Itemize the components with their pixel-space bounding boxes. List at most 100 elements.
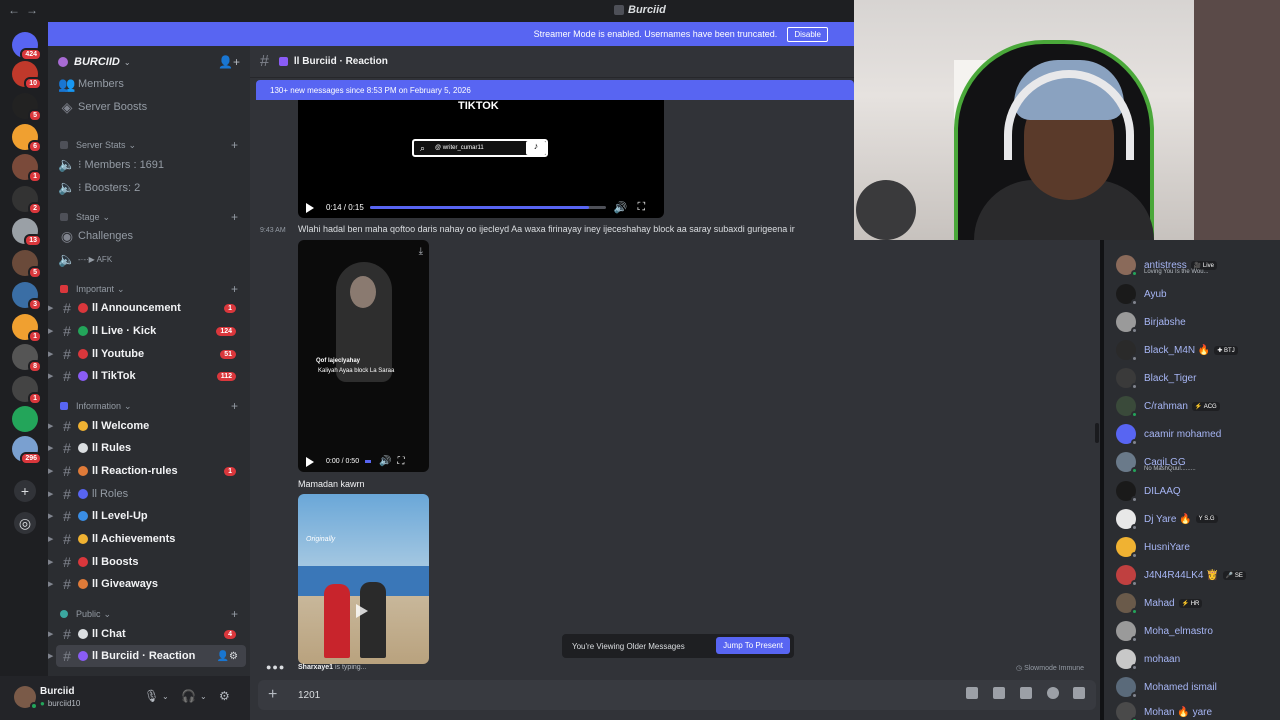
- expand-arrow-icon[interactable]: ▶: [48, 558, 53, 566]
- channel-item[interactable]: ▶ # ll Announcement 1: [48, 297, 246, 319]
- server-icon[interactable]: 1: [12, 154, 42, 183]
- chevron-down-icon[interactable]: ⌄: [162, 692, 169, 701]
- play-icon[interactable]: [306, 202, 314, 213]
- member-item[interactable]: antistress 🎥 Live Loving You Is the Wou...: [1116, 253, 1276, 277]
- member-item[interactable]: HusniYare: [1116, 535, 1276, 559]
- server-icon[interactable]: 2: [12, 186, 42, 215]
- channel-item[interactable]: ▶ # ll Level-Up: [48, 505, 246, 527]
- microphone-icon[interactable]: 🎙: [144, 689, 159, 703]
- channel-afk[interactable]: 🔈 -·-·▶ AFK: [56, 248, 246, 270]
- disable-streamer-mode-button[interactable]: Disable: [787, 26, 828, 42]
- member-item[interactable]: Mahad ⚡ HR: [1116, 591, 1276, 615]
- expand-arrow-icon[interactable]: ▶: [48, 327, 53, 335]
- channel-item[interactable]: ▶ # ll Youtube 51: [48, 343, 246, 365]
- add-attachment-icon[interactable]: +: [268, 686, 277, 704]
- member-item[interactable]: C/rahman ⚡ ACG: [1116, 394, 1276, 418]
- video-player-outdoor[interactable]: Originally: [298, 494, 429, 664]
- member-item[interactable]: Black_Tiger: [1116, 366, 1276, 390]
- expand-arrow-icon[interactable]: ▶: [48, 490, 53, 498]
- emoji-icon[interactable]: [1047, 687, 1059, 699]
- member-item[interactable]: Ayub: [1116, 282, 1276, 306]
- play-icon[interactable]: [356, 604, 368, 618]
- server-icon[interactable]: 1: [12, 376, 42, 405]
- server-icon[interactable]: 13: [12, 218, 42, 247]
- apps-icon[interactable]: [1073, 687, 1085, 699]
- channel-item[interactable]: ▶ # ll Reaction-rules 1: [48, 460, 246, 482]
- member-item[interactable]: Birjabshe: [1116, 310, 1276, 334]
- stat-boosters[interactable]: 🔈 ⁝ Boosters: 2: [56, 176, 246, 198]
- channel-item[interactable]: ▶ # ll Boosts: [48, 551, 246, 573]
- member-item[interactable]: Black_M4N 🔥 ✚ BTJ: [1116, 338, 1276, 362]
- member-item[interactable]: Mohan 🔥 yare: [1116, 700, 1276, 720]
- add-channel-icon[interactable]: +: [231, 138, 238, 152]
- server-icon[interactable]: 10: [12, 61, 42, 90]
- expand-arrow-icon[interactable]: ▶: [48, 630, 53, 638]
- headphones-icon[interactable]: 🎧: [181, 689, 196, 703]
- sidebar-item-members[interactable]: 👥 Members: [56, 73, 246, 95]
- channel-item[interactable]: ▶ # ll Roles: [48, 483, 246, 505]
- server-icon[interactable]: 6: [12, 124, 42, 153]
- video-progress[interactable]: [369, 206, 606, 209]
- server-icon[interactable]: 5: [12, 250, 42, 279]
- invite-people-icon[interactable]: 👤+: [218, 55, 240, 69]
- volume-icon[interactable]: 🔊: [614, 201, 628, 214]
- jump-to-present-button[interactable]: Jump To Present: [716, 637, 790, 654]
- sidebar-item-server-boosts[interactable]: ◈ Server Boosts: [56, 96, 246, 118]
- scrollbar-thumb[interactable]: [1095, 423, 1099, 443]
- expand-arrow-icon[interactable]: ▶: [48, 652, 53, 660]
- expand-arrow-icon[interactable]: ▶: [48, 535, 53, 543]
- fullscreen-icon[interactable]: ⛶: [638, 201, 646, 214]
- category-public[interactable]: Public ⌄ +: [60, 606, 246, 622]
- sticker-icon[interactable]: [1020, 687, 1032, 699]
- server-icon[interactable]: 5: [12, 93, 42, 122]
- server-icon[interactable]: 3: [12, 282, 42, 311]
- volume-icon[interactable]: 🔊: [379, 456, 391, 467]
- stat-members[interactable]: 🔈 ⁝ Members : 1691: [56, 153, 246, 175]
- member-item[interactable]: Moha_elmastro: [1116, 619, 1276, 643]
- channel-item[interactable]: ▶ # ll TikTok 112: [48, 365, 246, 387]
- discover-servers-button[interactable]: ◎: [14, 512, 36, 534]
- video-progress[interactable]: [365, 460, 372, 463]
- channel-item[interactable]: ▶ # ll Chat 4: [48, 623, 246, 645]
- channel-challenges[interactable]: ◉ Challenges: [56, 225, 246, 247]
- add-channel-icon[interactable]: +: [231, 607, 238, 621]
- message-input[interactable]: 1201: [298, 690, 320, 701]
- server-icon[interactable]: 424: [12, 32, 42, 61]
- channel-item[interactable]: ▶ # ll Rules: [48, 437, 246, 459]
- expand-arrow-icon[interactable]: ▶: [48, 467, 53, 475]
- expand-arrow-icon[interactable]: ▶: [48, 350, 53, 358]
- expand-arrow-icon[interactable]: ▶: [48, 372, 53, 380]
- channel-item[interactable]: ▶ # ll Giveaways: [48, 573, 246, 595]
- channel-item[interactable]: ▶ # ll Welcome: [48, 415, 246, 437]
- add-channel-icon[interactable]: +: [231, 282, 238, 296]
- category-information[interactable]: Information ⌄ +: [60, 398, 246, 414]
- category-important[interactable]: Important ⌄ +: [60, 281, 246, 297]
- server-header[interactable]: BURCIID ⌄ 👤+: [48, 48, 250, 76]
- channel-item[interactable]: ▶ # ll Achievements: [48, 528, 246, 550]
- settings-gear-icon[interactable]: ⚙: [219, 689, 230, 703]
- play-icon[interactable]: [306, 456, 314, 467]
- expand-arrow-icon[interactable]: ▶: [48, 304, 53, 312]
- category-stage[interactable]: Stage ⌄ +: [60, 209, 246, 225]
- expand-arrow-icon[interactable]: ▶: [48, 444, 53, 452]
- member-item[interactable]: J4N4R44LK4 👸 🎤 SE: [1116, 563, 1276, 587]
- gif-icon[interactable]: [993, 687, 1005, 699]
- expand-arrow-icon[interactable]: ▶: [48, 512, 53, 520]
- member-item[interactable]: CaqiLGG No MashQuul.........: [1116, 450, 1276, 474]
- video-player-tiktok[interactable]: TIKTOK ⌕ @ writer_cumar11 ♪ 0:14 / 0:15 …: [298, 100, 664, 218]
- add-server-button[interactable]: +: [14, 480, 36, 502]
- member-item[interactable]: Dj Yare 🔥 Y S.G: [1116, 507, 1276, 531]
- gift-icon[interactable]: [966, 687, 978, 699]
- server-icon[interactable]: 8: [12, 344, 42, 373]
- chevron-down-icon[interactable]: ⌄: [200, 692, 207, 701]
- server-icon[interactable]: 296: [12, 436, 42, 465]
- channel-item[interactable]: ▶ # ll Burciid · Reaction 👤⚙: [48, 645, 246, 667]
- download-icon[interactable]: ⤓: [419, 246, 423, 257]
- member-item[interactable]: DILAAQ: [1116, 479, 1276, 503]
- channel-item[interactable]: ▶ # ll Live · Kick 124: [48, 320, 246, 342]
- member-item[interactable]: Mohamed ismail: [1116, 675, 1276, 699]
- video-player-clip[interactable]: ⤓ Qof lajeclyahay Kaliyah Ayaa block La …: [298, 240, 429, 472]
- add-channel-icon[interactable]: +: [231, 210, 238, 224]
- new-messages-bar[interactable]: 130+ new messages since 8:53 PM on Febru…: [256, 80, 854, 100]
- member-item[interactable]: mohaan: [1116, 647, 1276, 671]
